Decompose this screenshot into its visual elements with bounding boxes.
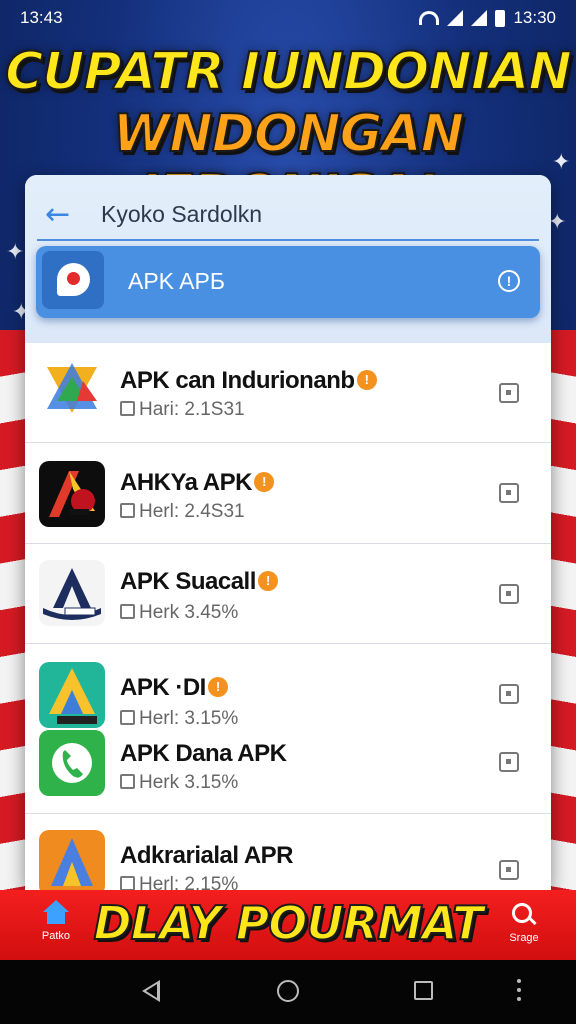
checkbox[interactable] (120, 774, 135, 789)
checkbox[interactable] (120, 503, 135, 518)
search-bar[interactable]: APK APБ ! (36, 246, 540, 318)
app-icon (39, 357, 105, 423)
card-header: ← Kyoko Sardolkn APK APБ ! (25, 175, 551, 343)
search-tab-label: Srage (509, 932, 539, 944)
star-icon: ✦ (6, 240, 25, 265)
checkbox[interactable] (120, 604, 135, 619)
nav-recents-icon[interactable] (414, 981, 433, 1000)
app-meta: Herk 3.45% (139, 602, 239, 623)
app-logo-icon (42, 251, 104, 309)
bottom-banner: Patko DLAY POURMAT Srage (0, 890, 576, 960)
list-item[interactable]: APK Suacall! Herk 3.45% (25, 544, 551, 644)
wifi-icon (419, 11, 440, 25)
warning-badge-icon: ! (257, 571, 278, 591)
app-card: ← Kyoko Sardolkn APK APБ ! APK can Indur… (25, 175, 551, 890)
signal-icon (471, 10, 488, 26)
checkbox[interactable] (120, 401, 135, 416)
warning-badge-icon: ! (207, 677, 228, 697)
headline-line-1: CUPATR IUNDONIAN (4, 41, 573, 103)
download-button[interactable] (499, 860, 519, 880)
nav-back-icon[interactable] (142, 980, 160, 1002)
checkbox[interactable] (120, 710, 135, 725)
app-meta-row: Herk 3.15% (120, 772, 238, 794)
app-meta-row: Herl: 2.15% (120, 874, 238, 890)
app-meta: Herl: 2.4S31 (139, 501, 245, 522)
app-icon (39, 461, 105, 527)
warning-badge-icon: ! (356, 370, 377, 390)
app-name-row: APK ·DI! (120, 674, 228, 702)
app-name: Adkrarialal APR (120, 842, 294, 869)
app-meta-row: Herk 3.45% (120, 602, 238, 624)
app-meta: Herk 3.15% (139, 772, 239, 793)
app-name: APK Dana APK (120, 740, 287, 767)
status-icons: 13:30 (419, 8, 556, 28)
list-item[interactable]: Adkrarialal APR Herl: 2.15% (25, 814, 551, 890)
list-item[interactable]: APK can Indurionanb! Hari: 2.1S31 (25, 343, 551, 443)
search-tab[interactable]: Srage (498, 902, 550, 944)
download-button[interactable] (499, 383, 519, 403)
system-nav-bar (0, 960, 576, 1024)
app-name: APK ·DI (120, 674, 206, 701)
status-bar: 13:43 13:30 (0, 0, 576, 36)
app-name: APK Suacall (120, 568, 256, 595)
app-name-row: APK can Indurionanb! (120, 367, 377, 395)
nav-more-icon[interactable] (517, 979, 521, 1003)
download-button[interactable] (499, 584, 519, 604)
banner-title: DLAY POURMAT (92, 895, 484, 951)
app-name: APK can Indurionanb (120, 367, 355, 394)
app-meta: Herl: 2.15% (139, 874, 239, 890)
app-meta-row: Hari: 2.1S31 (120, 399, 245, 421)
app-meta: Herl: 3.15% (139, 708, 239, 729)
battery-icon (495, 9, 506, 27)
phone-app-icon (39, 730, 105, 796)
divider (37, 239, 539, 241)
app-icon (39, 830, 105, 890)
status-time: 13:43 (20, 8, 63, 27)
list-item[interactable]: APK ·DI! Herl: 3.15% APK Dana APK Herk 3… (25, 644, 551, 814)
toolbar-title: Kyoko Sardolkn (101, 201, 263, 227)
search-label: APK APБ (128, 268, 225, 294)
back-arrow-icon[interactable]: ← (45, 197, 70, 232)
app-meta: Hari: 2.1S31 (139, 399, 245, 420)
list-item[interactable]: AHKYa APK! Herl: 2.4S31 (25, 443, 551, 544)
download-button[interactable] (499, 483, 519, 503)
app-name: AHKYa APK (120, 469, 252, 496)
app-meta-row: Herl: 2.4S31 (120, 501, 245, 523)
status-time-right: 13:30 (513, 8, 556, 27)
app-name-row: APK Dana APK (120, 740, 287, 768)
nav-home-icon[interactable] (277, 980, 299, 1002)
search-icon (511, 902, 537, 928)
app-name-row: APK Suacall! (120, 568, 278, 596)
toolbar: ← Kyoko Sardolkn (25, 189, 551, 239)
app-meta-row: Herl: 3.15% (120, 708, 238, 730)
app-icon (39, 662, 105, 728)
app-name-row: AHKYa APK! (120, 469, 274, 497)
warning-badge-icon: ! (253, 472, 274, 492)
info-icon[interactable]: ! (498, 270, 520, 292)
download-button[interactable] (499, 684, 519, 704)
checkbox[interactable] (120, 876, 135, 890)
app-name-row: Adkrarialal APR (120, 842, 294, 870)
signal-icon (447, 10, 464, 26)
download-button[interactable] (499, 752, 519, 772)
app-icon (39, 560, 105, 626)
